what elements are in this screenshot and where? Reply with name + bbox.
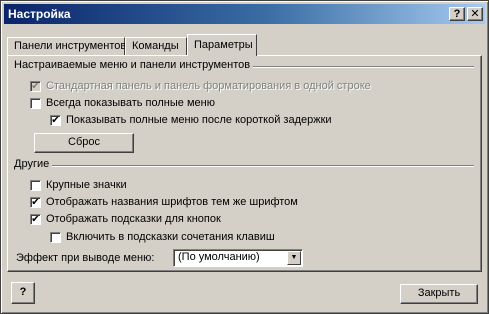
font-names-label: Отображать названия шрифтов тем же шрифт… — [46, 196, 298, 208]
help-button[interactable]: ? — [11, 282, 35, 304]
reset-button[interactable]: Сброс — [34, 133, 134, 153]
standard-formatting-label: Стандартная панель и панель форматирован… — [46, 80, 371, 92]
shortcut-keys-checkbox[interactable] — [50, 231, 61, 243]
group-title-other: Другие — [14, 158, 53, 170]
checkbox-row-always-full-menus[interactable]: Всегда показывать полные меню — [30, 97, 215, 109]
always-full-menus-checkbox[interactable] — [30, 97, 41, 109]
checkbox-row-full-menus-delay[interactable]: ✔ Показывать полные меню после короткой … — [50, 114, 332, 126]
group-divider-other — [14, 165, 474, 167]
large-icons-label: Крупные значки — [46, 179, 127, 191]
tab-commands[interactable]: Команды — [125, 37, 187, 55]
large-icons-checkbox[interactable] — [30, 179, 41, 191]
customize-dialog: Настройка ? ✕ Панели инструментов Команд… — [0, 0, 489, 314]
full-menus-delay-checkbox[interactable]: ✔ — [50, 114, 61, 126]
tooltips-checkbox[interactable]: ✔ — [30, 213, 41, 225]
group-title-menus: Настраиваемые меню и панели инструментов — [14, 59, 254, 71]
checkbox-row-font-names[interactable]: ✔ Отображать названия шрифтов тем же шри… — [30, 196, 298, 208]
menu-animation-label: Эффект при выводе меню: — [16, 252, 155, 264]
shortcut-keys-label: Включить в подсказки сочетания клавиш — [66, 231, 275, 243]
options-panel: Настраиваемые меню и панели инструментов… — [7, 55, 482, 272]
tab-options[interactable]: Параметры — [187, 34, 257, 56]
tooltips-label: Отображать подсказки для кнопок — [46, 213, 221, 225]
tab-toolbars[interactable]: Панели инструментов — [7, 37, 126, 55]
title-bar[interactable]: Настройка ? ✕ — [4, 4, 485, 24]
menu-animation-value: (По умолчанию) — [178, 251, 260, 263]
help-title-button[interactable]: ? — [449, 7, 465, 21]
checkbox-row-standard-formatting[interactable]: ✔ Стандартная панель и панель форматиров… — [30, 80, 371, 92]
dropdown-arrow-icon[interactable]: ▼ — [287, 251, 301, 265]
close-button[interactable]: Закрыть — [400, 284, 478, 304]
checkbox-row-tooltips[interactable]: ✔ Отображать подсказки для кнопок — [30, 213, 221, 225]
window-title: Настройка — [8, 7, 71, 21]
checkbox-row-large-icons[interactable]: Крупные значки — [30, 179, 127, 191]
help-icon: ? — [19, 286, 27, 298]
always-full-menus-label: Всегда показывать полные меню — [46, 97, 215, 109]
checkbox-row-shortcut-keys[interactable]: Включить в подсказки сочетания клавиш — [50, 231, 275, 243]
close-title-button[interactable]: ✕ — [467, 7, 483, 21]
standard-formatting-checkbox[interactable]: ✔ — [30, 80, 41, 92]
menu-animation-select[interactable]: (По умолчанию) ▼ — [173, 249, 303, 267]
full-menus-delay-label: Показывать полные меню после короткой за… — [66, 114, 332, 126]
font-names-checkbox[interactable]: ✔ — [30, 196, 41, 208]
